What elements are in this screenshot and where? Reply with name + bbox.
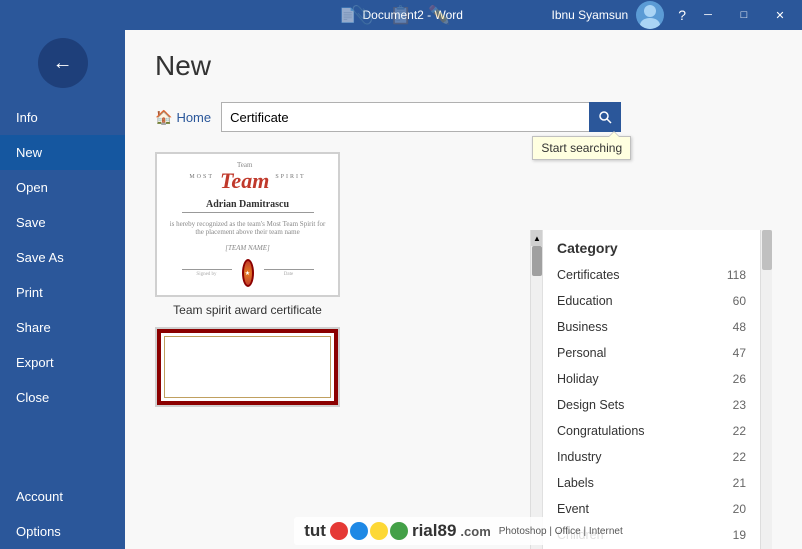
template-thumb-2 [155, 327, 340, 407]
sidebar-item-options[interactable]: Options [0, 514, 125, 549]
template-card-1[interactable]: MOST Team Team SPIRIT Adrian Damitrascu … [155, 152, 340, 317]
search-input[interactable] [221, 102, 621, 132]
user-name: Ibnu Syamsun [551, 8, 628, 22]
category-scroll-thumb[interactable] [762, 230, 772, 270]
category-name-holiday: Holiday [557, 372, 599, 386]
cert-seal: ★ [242, 259, 254, 287]
breadcrumb-home: Home [176, 110, 211, 125]
close-button[interactable]: ✕ [766, 4, 794, 26]
category-panel: Category Certificates 118 Education 60 B… [542, 230, 772, 549]
sidebar-nav: Info New Open Save Save As Print Share E… [0, 100, 125, 415]
tooltip-text: Start searching [541, 141, 622, 155]
category-item-business[interactable]: Business 48 [543, 314, 760, 340]
home-icon: 🏠 [155, 109, 172, 126]
category-count-children: 19 [733, 528, 746, 542]
restore-button[interactable]: □ [730, 4, 758, 26]
category-name-event: Event [557, 502, 589, 516]
scroll-thumb[interactable] [532, 246, 542, 276]
template-card-2[interactable] [155, 327, 340, 407]
category-item-education[interactable]: Education 60 [543, 288, 760, 314]
category-name-children: Children [557, 528, 604, 542]
sidebar-item-print[interactable]: Print [0, 275, 125, 310]
sidebar-item-save[interactable]: Save [0, 205, 125, 240]
avatar [636, 1, 664, 29]
category-name-certificates: Certificates [557, 268, 620, 282]
page-title: New [155, 50, 772, 82]
category-count-event: 20 [733, 502, 746, 516]
sidebar-item-share[interactable]: Share [0, 310, 125, 345]
sidebar-item-new[interactable]: New [0, 135, 125, 170]
category-count-industry: 22 [733, 450, 746, 464]
category-count-personal: 47 [733, 346, 746, 360]
category-count-holiday: 26 [733, 372, 746, 386]
category-content: Category Certificates 118 Education 60 B… [543, 230, 760, 549]
category-item-children[interactable]: Children 19 [543, 522, 760, 548]
sidebar: ← Info New Open Save Save As Print Share… [0, 30, 125, 549]
home-link[interactable]: 🏠 Home [155, 109, 211, 126]
search-tooltip: Start searching [532, 136, 631, 160]
category-item-congratulations[interactable]: Congratulations 22 [543, 418, 760, 444]
category-item-holiday[interactable]: Holiday 26 [543, 366, 760, 392]
help-icon[interactable]: ? [678, 7, 686, 23]
sidebar-item-saveas[interactable]: Save As [0, 240, 125, 275]
category-item-industry[interactable]: Industry 22 [543, 444, 760, 470]
category-name-education: Education [557, 294, 613, 308]
search-icon [598, 110, 612, 124]
category-item-designsets[interactable]: Design Sets 23 [543, 392, 760, 418]
category-count-certificates: 118 [727, 268, 746, 282]
cert-name: Adrian Damitrascu [182, 199, 314, 213]
sidebar-item-account[interactable]: Account [0, 479, 125, 514]
cert-spirit-label: SPIRIT [275, 174, 305, 180]
search-button[interactable] [589, 102, 621, 132]
search-box-wrapper: Start searching [221, 102, 621, 132]
sidebar-item-open[interactable]: Open [0, 170, 125, 205]
category-name-personal: Personal [557, 346, 606, 360]
category-count-congratulations: 22 [733, 424, 746, 438]
category-count-designsets: 23 [733, 398, 746, 412]
template-label-1: Team spirit award certificate [155, 303, 340, 317]
sidebar-item-close[interactable]: Close [0, 380, 125, 415]
category-name-designsets: Design Sets [557, 398, 624, 412]
template-thumb-1: MOST Team Team SPIRIT Adrian Damitrascu … [155, 152, 340, 297]
category-count-education: 60 [733, 294, 746, 308]
category-count-labels: 21 [733, 476, 746, 490]
main-scrollbar: ▲ ▼ [530, 230, 542, 549]
category-scrollbar-area: Category Certificates 118 Education 60 B… [543, 230, 772, 549]
category-name-congratulations: Congratulations [557, 424, 645, 438]
category-name-industry: Industry [557, 450, 601, 464]
main-content: New 🏠 Home Start searching [125, 30, 802, 549]
category-item-certificates[interactable]: Certificates 118 [543, 262, 760, 288]
back-button[interactable]: ← [38, 38, 88, 88]
title-bar: 📄 Document2 - Word 📎 📋 ✏️ Ibnu Syamsun ?… [0, 0, 802, 30]
sidebar-item-info[interactable]: Info [0, 100, 125, 135]
sidebar-item-export[interactable]: Export [0, 345, 125, 380]
cert-team-label: Team [220, 170, 269, 192]
minimize-button[interactable]: ─ [694, 4, 722, 26]
cert-team-name: [TEAM NAME] [225, 244, 270, 252]
category-name-business: Business [557, 320, 608, 334]
category-item-personal[interactable]: Personal 47 [543, 340, 760, 366]
cert-most-label: MOST [189, 174, 214, 180]
category-count-business: 48 [733, 320, 746, 334]
search-area: 🏠 Home Start searching [155, 102, 772, 132]
category-item-event[interactable]: Event 20 [543, 496, 760, 522]
category-name-labels: Labels [557, 476, 594, 490]
back-arrow-icon: ← [53, 52, 73, 75]
category-item-labels[interactable]: Labels 21 [543, 470, 760, 496]
cert-subtitle: is hereby recognized as the team's Most … [165, 220, 330, 236]
category-title: Category [543, 230, 760, 262]
category-scrollbar [760, 230, 772, 549]
